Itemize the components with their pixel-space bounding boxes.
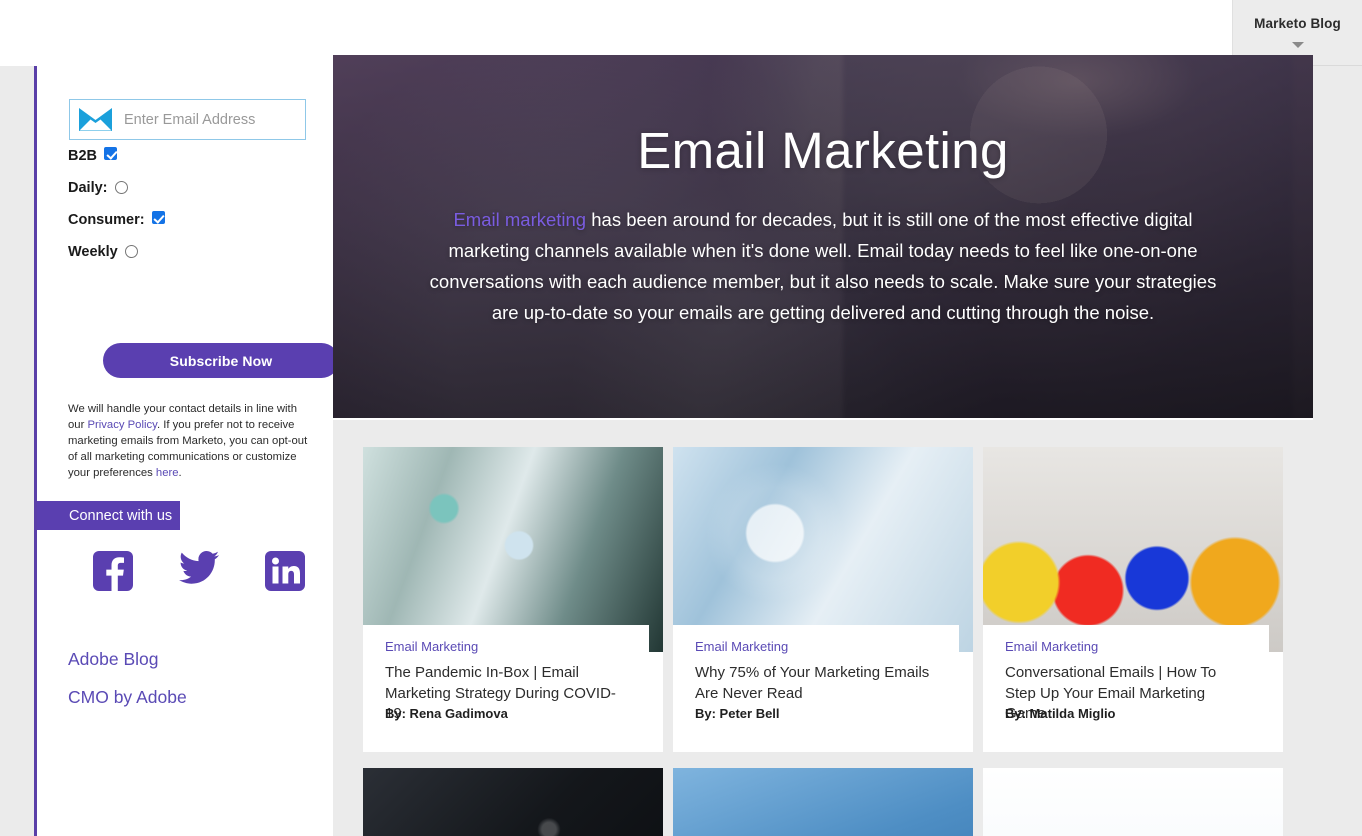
hero-banner: Email Marketing Email marketing has been… [333,55,1313,418]
consumer-checkbox[interactable] [151,211,165,224]
option-row-daily[interactable]: Daily: [68,179,128,197]
article-thumbnail [673,768,973,836]
article-card[interactable]: Email Marketing Conversational Emails | … [983,447,1283,752]
article-card[interactable] [983,768,1283,836]
connect-with-us-label: Connect with us [69,507,173,524]
option-label-b2b: B2B [68,148,98,164]
connect-with-us-header: Connect with us [37,501,180,530]
option-label-consumer: Consumer: [68,212,145,228]
article-thumbnail [363,768,663,836]
right-backdrop [1313,66,1362,836]
subscribe-sidebar: B2B Daily: Consumer: Weekly Subscribe No… [34,66,339,836]
article-card-grid: Email Marketing The Pandemic In-Box | Em… [363,447,1293,836]
privacy-policy-link[interactable]: Privacy Policy [87,419,156,431]
cmo-by-adobe-link[interactable]: CMO by Adobe [68,687,318,708]
article-byline: By: Peter Bell [695,706,780,721]
article-byline: By: Rena Gadimova [385,706,508,721]
hero-description: Email marketing has been around for deca… [423,204,1223,328]
hero-content: Email Marketing Email marketing has been… [333,55,1313,418]
article-text-panel: Email Marketing Why 75% of Your Marketin… [673,625,959,752]
article-thumbnail [983,447,1283,652]
hero-title: Email Marketing [637,122,1009,179]
card-row-2 [363,768,1293,836]
preferences-here-link[interactable]: here [156,467,179,479]
linkedin-icon[interactable] [265,551,305,591]
blog-switcher-label: Marketo Blog [1254,16,1341,32]
article-card[interactable] [673,768,973,836]
email-input[interactable] [122,110,292,129]
article-card[interactable]: Email Marketing Why 75% of Your Marketin… [673,447,973,752]
article-text-panel: Email Marketing Conversational Emails | … [983,625,1269,752]
envelope-icon [79,108,112,131]
left-gutter [0,66,34,836]
option-label-daily: Daily: [68,180,108,196]
article-byline: By: Matilda Miglio [1005,706,1116,721]
article-category[interactable]: Email Marketing [385,639,627,654]
article-thumbnail [363,447,663,652]
article-card[interactable]: Email Marketing The Pandemic In-Box | Em… [363,447,663,752]
email-field-wrapper[interactable] [69,99,306,140]
daily-radio[interactable] [114,181,128,194]
social-links [93,551,333,593]
weekly-radio[interactable] [124,245,138,258]
b2b-checkbox[interactable] [104,147,118,160]
legal-disclaimer: We will handle your contact details in l… [68,401,312,481]
article-thumbnail [983,768,1283,836]
option-label-weekly: Weekly [68,244,118,260]
email-marketing-link[interactable]: Email marketing [453,209,586,230]
extra-links: Adobe Blog CMO by Adobe [68,649,318,725]
article-thumbnail [673,447,973,652]
card-row-1: Email Marketing The Pandemic In-Box | Em… [363,447,1293,752]
adobe-blog-link[interactable]: Adobe Blog [68,649,318,670]
subscribe-button[interactable]: Subscribe Now [103,343,339,378]
twitter-icon[interactable] [179,551,219,585]
option-row-weekly[interactable]: Weekly [68,243,138,261]
legal-part-3: . [178,467,182,480]
chevron-down-icon [1291,41,1304,48]
article-category[interactable]: Email Marketing [695,639,937,654]
article-card[interactable] [363,768,663,836]
option-row-b2b[interactable]: B2B [68,147,118,165]
facebook-icon[interactable] [93,551,133,591]
option-row-consumer[interactable]: Consumer: [68,211,165,229]
article-title[interactable]: Why 75% of Your Marketing Emails Are Nev… [695,663,937,704]
article-text-panel: Email Marketing The Pandemic In-Box | Em… [363,625,649,752]
article-category[interactable]: Email Marketing [1005,639,1247,654]
page-root: Marketo Blog B2B Daily: Consumer [0,0,1362,836]
